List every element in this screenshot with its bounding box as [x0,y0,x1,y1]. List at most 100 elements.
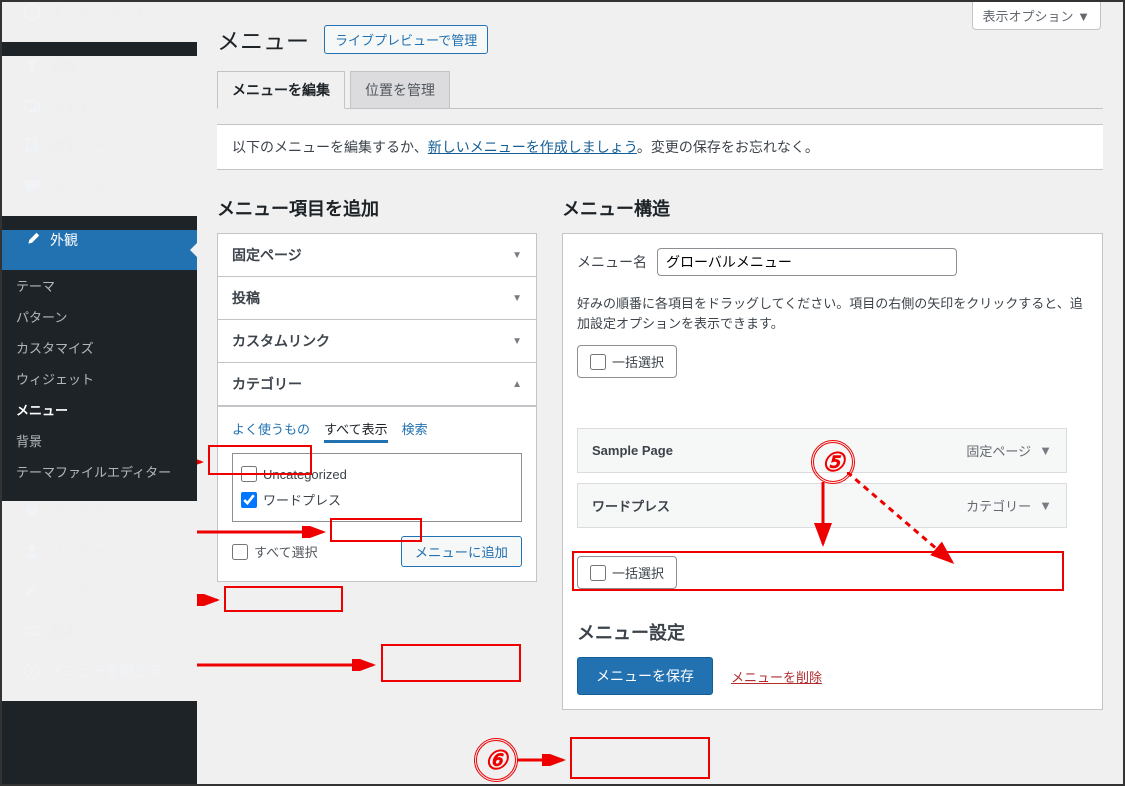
chevron-down-icon: ▼ [1039,443,1052,458]
sidebar-sub-patterns[interactable]: パターン [2,301,197,332]
page-title: メニュー [217,22,309,56]
sidebar-item-appearance[interactable]: 外観 [2,230,197,270]
annotation-5: ⑤ [811,440,855,484]
menu-item-title: Sample Page [592,443,673,458]
delete-menu-link[interactable]: メニューを削除 [731,667,822,686]
label: 一括選択 [612,352,664,371]
checkbox[interactable] [241,466,257,482]
pane-custom-link[interactable]: カスタムリンク▼ [218,320,536,363]
label: メディア [50,96,105,116]
checkbox[interactable] [232,544,248,560]
notice-pre: 以下のメニューを編集するか、 [232,139,428,155]
sidebar-sub-editor[interactable]: テーマファイルエディター [2,456,197,487]
label: ダッシュボード [50,2,148,22]
label: 固定ページ [50,136,120,156]
sidebar-item-users[interactable]: ユーザー [2,541,197,581]
annotation-box-6 [570,737,710,779]
sidebar-sub-menus[interactable]: メニュー [2,394,197,425]
user-icon [22,541,42,561]
create-menu-link[interactable]: 新しいメニューを作成しましょう [428,139,637,155]
chevron-down-icon: ▼ [512,293,522,304]
pane-posts[interactable]: 投稿 ▼ [218,277,536,320]
dashboard-icon [22,2,42,22]
menu-name-label: メニュー名 [577,252,647,272]
live-preview-button[interactable]: ライブプレビューで管理 [324,25,488,54]
pane-category[interactable]: カテゴリー ▲ [218,363,536,406]
sidebar-item-plugins[interactable]: プラグイン [2,501,197,541]
tab-edit-menus[interactable]: メニューを編集 [217,71,345,109]
main-content: 表示オプション ▼ メニュー ライブプレビューで管理 メニューを編集 位置を管理… [197,2,1123,784]
label: カテゴリー [232,374,302,394]
arrow-1 [197,456,207,468]
screen-options-button[interactable]: 表示オプション ▼ [972,2,1101,30]
arrow-2 [197,526,329,538]
brush-icon [22,230,42,250]
arrow-3 [197,594,223,606]
comment-icon [22,176,42,196]
pin-icon [22,56,42,76]
label: メニューを閉じる [50,661,162,681]
select-all[interactable]: すべて選択 [232,542,318,561]
menu-name-input[interactable] [657,248,957,276]
arrow-5b [847,472,1047,572]
save-menu-button[interactable]: メニューを保存 [577,657,713,695]
arrow-5a [801,482,841,552]
sidebar-item-media[interactable]: メディア [2,96,197,136]
arrow-4 [197,659,379,671]
sidebar-item-comments[interactable]: コメント [2,176,197,216]
checkbox[interactable] [590,565,606,581]
label: ユーザー [50,541,106,561]
tools-icon [22,581,42,601]
menu-item-title: ワードプレス [592,496,670,515]
add-items-title: メニュー項目を追加 [217,195,537,221]
label: すべて選択 [254,542,318,561]
label: 外観 [50,230,78,250]
sidebar-item-posts[interactable]: 投稿 [2,56,197,96]
subtab-all[interactable]: すべて表示 [324,419,388,443]
sidebar-item-tools[interactable]: ツール [2,581,197,621]
page-icon [22,136,42,156]
sidebar-sub-background[interactable]: 背景 [2,425,197,456]
sidebar-sub-widgets[interactable]: ウィジェット [2,363,197,394]
sidebar-item-pages[interactable]: 固定ページ [2,136,197,176]
category-pane-body: よく使うもの すべて表示 検索 Uncategorized ワードプレス すべて… [218,406,536,581]
sidebar-sub-themes[interactable]: テーマ [2,270,197,301]
bulk-select-top[interactable]: 一括選択 [577,345,677,378]
checkbox[interactable] [590,354,606,370]
cat-item-wordpress[interactable]: ワードプレス [241,486,513,513]
checkbox[interactable] [241,492,257,508]
media-icon [22,96,42,116]
label: 投稿 [50,56,78,76]
cat-item-uncategorized[interactable]: Uncategorized [241,462,513,486]
label: Uncategorized [263,467,347,482]
nav-tabs: メニューを編集 位置を管理 [217,71,1103,109]
arrow-6 [517,754,569,766]
menu-notice: 以下のメニューを編集するか、新しいメニューを作成しましょう。変更の保存をお忘れな… [217,124,1103,170]
settings-icon [22,621,42,641]
annotation-6: ⑥ [474,738,518,782]
sidebar-item-settings[interactable]: 設定 [2,621,197,661]
label: 一括選択 [612,563,664,582]
structure-title: メニュー構造 [562,195,1103,221]
label: 投稿 [232,288,260,308]
menu-settings-head: メニュー設定 [577,619,1088,645]
subtab-recent[interactable]: よく使うもの [232,419,310,443]
label: ワードプレス [263,490,341,509]
add-to-menu-button[interactable]: メニューに追加 [401,536,522,567]
label: 設定 [50,621,78,641]
subtab-search[interactable]: 検索 [402,419,428,443]
plugin-icon [22,501,42,521]
sidebar-item-dashboard[interactable]: ダッシュボード [2,2,197,42]
tab-manage-locations[interactable]: 位置を管理 [350,71,450,109]
pane-pages[interactable]: 固定ページ▼ [218,234,536,277]
chevron-up-icon: ▲ [512,379,522,390]
bulk-select-bottom[interactable]: 一括選択 [577,556,677,589]
add-items-column: メニュー項目を追加 固定ページ▼ 投稿 ▼ カスタムリンク▼ カテゴリー ▲ よく使… [217,195,537,710]
notice-post: 。変更の保存をお忘れなく。 [637,139,819,155]
sidebar-item-collapse[interactable]: メニューを閉じる [2,661,197,701]
sidebar-sub-customize[interactable]: カスタマイズ [2,332,197,363]
structure-desc: 好みの順番に各項目をドラッグしてください。項目の右側の矢印をクリックすると、追加… [577,294,1088,333]
admin-sidebar: ダッシュボード 投稿 メディア 固定ページ コメント 外観 テーマ パターン カ… [2,2,197,784]
category-list: Uncategorized ワードプレス [232,453,522,522]
label: ツール [50,581,92,601]
